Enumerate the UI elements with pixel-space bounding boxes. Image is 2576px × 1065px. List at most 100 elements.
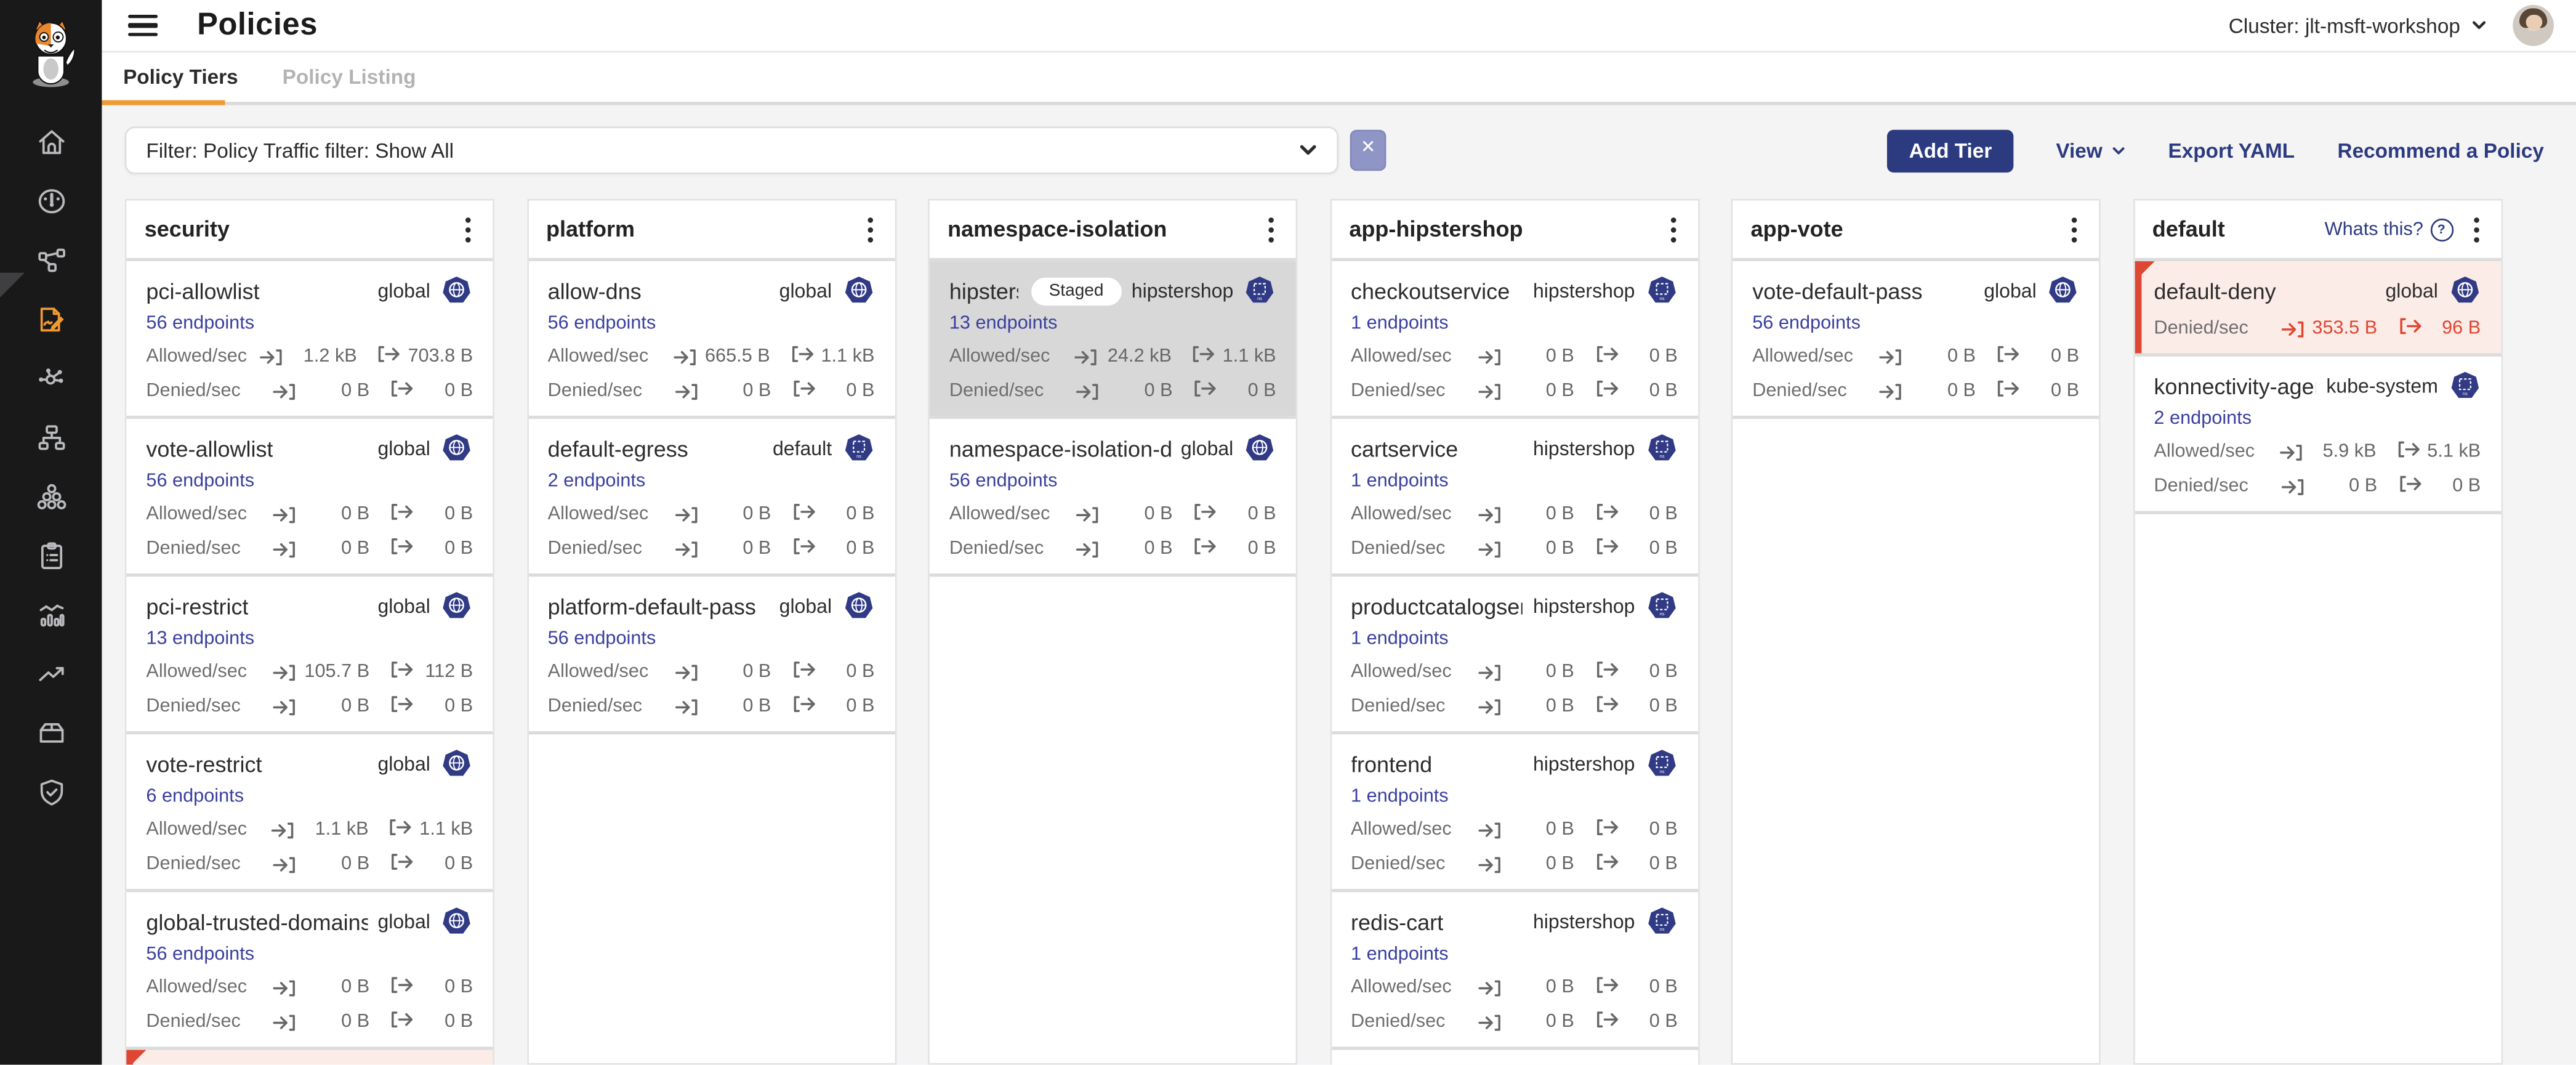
sidebar-item-threat-shield[interactable] bbox=[0, 763, 102, 822]
endpoints-link[interactable]: 1 endpoints bbox=[1351, 628, 1678, 650]
policy-card-pci-restrict[interactable]: pci-restrictglobal13 endpointsAllowed/se… bbox=[126, 577, 493, 734]
cluster-selector[interactable]: Cluster: jlt-msft-workshop bbox=[2229, 14, 2487, 37]
policy-card-quarantine[interactable]: quarantineglobal0 endpoints bbox=[126, 1050, 493, 1065]
allowed-per-sec-row: Allowed/sec0 B0 B bbox=[1351, 818, 1678, 843]
endpoints-link[interactable]: 2 endpoints bbox=[548, 470, 875, 493]
endpoints-link[interactable]: 2 endpoints bbox=[2154, 408, 2481, 431]
tier-header-security: security bbox=[126, 200, 493, 261]
policy-card-checkoutservice[interactable]: checkoutservicehipstershopns1 endpointsA… bbox=[1331, 261, 1697, 419]
stat-label: Denied/sec bbox=[548, 539, 643, 561]
recommend-policy-button[interactable]: Recommend a Policy bbox=[2338, 139, 2544, 161]
ingress-traffic-icon bbox=[1076, 541, 1098, 559]
endpoints-link[interactable]: 56 endpoints bbox=[146, 470, 473, 493]
policy-card-frontend[interactable]: frontendhipstershopns1 endpointsAllowed/… bbox=[1331, 734, 1697, 892]
stat-label: Allowed/sec bbox=[146, 978, 247, 999]
policy-card-platform-default-pass[interactable]: platform-default-passglobal56 endpointsA… bbox=[528, 577, 895, 734]
tab-policy-listing[interactable]: Policy Listing bbox=[283, 66, 416, 89]
policy-card-vote-default-pass[interactable]: vote-default-passglobal56 endpointsAllow… bbox=[1733, 261, 2099, 419]
tier-menu-button[interactable] bbox=[2469, 216, 2482, 243]
tier-column-platform: platformallow-dnsglobal56 endpointsAllow… bbox=[526, 199, 896, 1065]
ingress-traffic-icon bbox=[1477, 1014, 1500, 1032]
clear-filter-button[interactable]: ✕ bbox=[1350, 130, 1387, 171]
endpoints-link[interactable]: 56 endpoints bbox=[146, 312, 473, 335]
service-graph-icon bbox=[34, 242, 68, 277]
clusters-icon bbox=[34, 479, 68, 514]
tier-menu-button[interactable] bbox=[863, 216, 876, 243]
sidebar-item-trends[interactable] bbox=[0, 644, 102, 703]
endpoints-link[interactable]: 13 endpoints bbox=[949, 312, 1276, 335]
policy-card-redis-cart[interactable]: redis-carthipstershopns1 endpointsAllowe… bbox=[1331, 892, 1697, 1050]
sidebar-item-flow-visualizations[interactable] bbox=[0, 349, 102, 408]
tier-menu-button[interactable] bbox=[2067, 216, 2080, 243]
tier-menu-button[interactable] bbox=[1265, 216, 1278, 243]
sidebar-item-endpoints-tree[interactable] bbox=[0, 408, 102, 467]
endpoints-link[interactable]: 56 endpoints bbox=[949, 470, 1276, 493]
whats-this-link[interactable]: Whats this?? bbox=[2325, 217, 2453, 240]
denied-per-sec-row: Denied/sec0 B0 B bbox=[548, 379, 875, 404]
denied-per-sec-row: Denied/sec0 B0 B bbox=[146, 1011, 473, 1035]
tier-column-namespace-isolation: namespace-isolationhipstershop-gh…Staged… bbox=[928, 199, 1297, 1065]
hamburger-menu-icon[interactable] bbox=[128, 14, 158, 36]
ingress-traffic-icon bbox=[1076, 383, 1098, 401]
policy-card-emailservice[interactable]: emailservicehipstershopns1 endpointsAllo… bbox=[1331, 1050, 1697, 1065]
endpoints-link[interactable]: 1 endpoints bbox=[1351, 943, 1678, 966]
endpoints-link[interactable]: 56 endpoints bbox=[1752, 312, 2079, 335]
policy-name: default-egress bbox=[548, 436, 688, 461]
stat-label: Allowed/sec bbox=[1351, 504, 1452, 526]
endpoints-link[interactable]: 56 endpoints bbox=[548, 312, 875, 335]
ingress-traffic-icon bbox=[272, 822, 294, 840]
packages-box-icon bbox=[34, 716, 68, 750]
endpoints-link[interactable]: 1 endpoints bbox=[1351, 785, 1678, 808]
policy-card-vote-restrict[interactable]: vote-restrictglobal6 endpointsAllowed/se… bbox=[126, 734, 493, 892]
add-tier-button[interactable]: Add Tier bbox=[1888, 129, 2013, 171]
view-dropdown[interactable]: View bbox=[2056, 139, 2125, 161]
policy-name: allow-dns bbox=[548, 278, 642, 303]
chevron-down-icon bbox=[2112, 144, 2125, 156]
endpoints-link[interactable]: 1 endpoints bbox=[1351, 470, 1678, 493]
ingress-value: 0 B bbox=[1507, 347, 1574, 368]
kebab-menu-icon bbox=[1670, 216, 1676, 243]
policy-name: redis-cart bbox=[1351, 909, 1443, 934]
sidebar-item-dashboard-gauge[interactable] bbox=[0, 171, 102, 230]
endpoints-link[interactable]: 6 endpoints bbox=[146, 785, 473, 808]
egress-traffic-icon bbox=[2399, 475, 2421, 493]
egress-value: 0 B bbox=[1625, 854, 1677, 876]
policy-card-namespace-isolation-default-p[interactable]: namespace-isolation-default-p…global56 e… bbox=[930, 419, 1296, 577]
sidebar-item-clusters[interactable] bbox=[0, 467, 102, 526]
policy-card-productcatalogservice[interactable]: productcatalogservicehipstershopns1 endp… bbox=[1331, 577, 1697, 734]
sidebar-item-compliance-clipboard[interactable] bbox=[0, 526, 102, 585]
ingress-traffic-icon bbox=[1477, 541, 1500, 559]
policy-scope-label: default bbox=[773, 437, 832, 460]
sidebar-item-timeline-chart[interactable] bbox=[0, 585, 102, 644]
sidebar-item-home[interactable] bbox=[0, 111, 102, 171]
global-scope-badge-icon bbox=[440, 1063, 473, 1065]
policy-traffic-filter-select[interactable]: Filter: Policy Traffic filter: Show All bbox=[125, 126, 1338, 174]
sidebar-item-packages-box[interactable] bbox=[0, 703, 102, 763]
egress-value: 1.1 kB bbox=[821, 347, 874, 368]
policy-card-cartservice[interactable]: cartservicehipstershopns1 endpointsAllow… bbox=[1331, 419, 1697, 577]
policy-card-global-trusted-domains[interactable]: global-trusted-domainsglobal56 endpoints… bbox=[126, 892, 493, 1050]
active-tab-underline bbox=[102, 100, 225, 105]
stat-label: Denied/sec bbox=[1351, 854, 1446, 876]
tab-policy-tiers[interactable]: Policy Tiers bbox=[123, 66, 238, 89]
tier-menu-button[interactable] bbox=[462, 216, 475, 243]
stat-label: Denied/sec bbox=[146, 539, 241, 561]
endpoints-link[interactable]: 1 endpoints bbox=[1351, 312, 1678, 335]
endpoints-link[interactable]: 13 endpoints bbox=[146, 628, 473, 650]
policy-card-default-egress[interactable]: default-egressdefaultns2 endpointsAllowe… bbox=[528, 419, 895, 577]
policy-card-konnectivity-agent[interactable]: konnectivity-agentkube-systemns2 endpoin… bbox=[2134, 357, 2500, 514]
ingress-traffic-icon bbox=[273, 1014, 296, 1032]
export-yaml-button[interactable]: Export YAML bbox=[2168, 139, 2295, 161]
egress-value: 0 B bbox=[1625, 978, 1677, 999]
user-avatar[interactable] bbox=[2513, 5, 2554, 46]
policy-card-default-deny[interactable]: default-denyglobalDenied/sec353.5 B96 B bbox=[2134, 261, 2500, 357]
endpoints-link[interactable]: 56 endpoints bbox=[146, 943, 473, 966]
global-scope-badge-icon bbox=[440, 905, 473, 938]
policy-card-pci-allowlist[interactable]: pci-allowlistglobal56 endpointsAllowed/s… bbox=[126, 261, 493, 419]
denied-per-sec-row: Denied/sec0 B0 B bbox=[2154, 475, 2481, 500]
policy-card-allow-dns[interactable]: allow-dnsglobal56 endpointsAllowed/sec66… bbox=[528, 261, 895, 419]
endpoints-link[interactable]: 56 endpoints bbox=[548, 628, 875, 650]
policy-card-hipstershop-gh[interactable]: hipstershop-gh…Stagedhipstershopns13 end… bbox=[930, 261, 1296, 419]
policy-card-vote-allowlist[interactable]: vote-allowlistglobal56 endpointsAllowed/… bbox=[126, 419, 493, 577]
tier-menu-button[interactable] bbox=[1666, 216, 1679, 243]
